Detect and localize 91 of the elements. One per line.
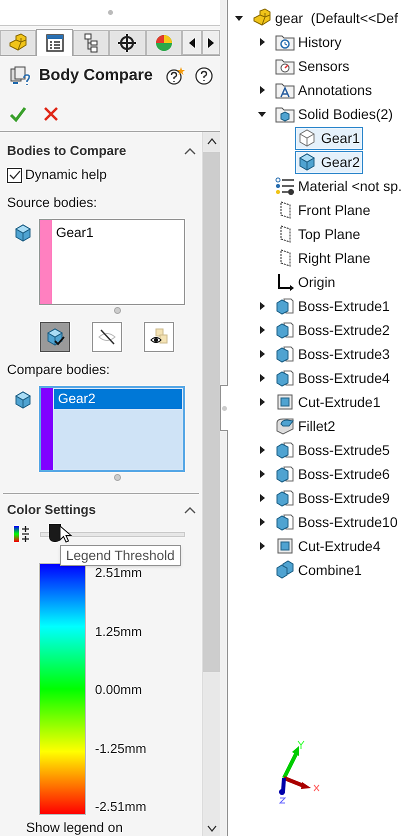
extrude-icon — [275, 320, 295, 340]
extrude-icon — [275, 488, 295, 508]
cube-outline-icon — [297, 128, 317, 148]
scroll-left-button[interactable] — [182, 30, 202, 55]
tree-item-label: Gear2 — [321, 152, 360, 172]
slider-thumb[interactable] — [48, 524, 60, 542]
list-item[interactable]: Gear2 — [54, 389, 182, 409]
extrude-icon — [275, 368, 295, 388]
resize-handle[interactable] — [114, 474, 121, 481]
hidden-eye-button[interactable] — [92, 322, 122, 352]
tree-item[interactable]: Annotations — [298, 80, 372, 100]
scrollbar[interactable] — [203, 132, 220, 836]
tree-item[interactable]: Material <not sp. — [298, 176, 402, 196]
part-icon — [252, 8, 272, 28]
extrude-icon — [275, 464, 295, 484]
tab[interactable] — [72, 30, 110, 55]
left-arrow-icon — [189, 38, 195, 48]
cut-icon — [275, 392, 295, 412]
panel-title: Body Compare — [39, 66, 153, 86]
whats-new-help-icon[interactable] — [165, 66, 185, 86]
legend-value: -2.51mm — [95, 799, 146, 815]
tab[interactable] — [109, 30, 146, 55]
cube-icon — [13, 390, 33, 410]
selection-list[interactable]: Gear1 — [39, 219, 185, 305]
tree-item[interactable]: Boss-Extrude6 — [298, 464, 390, 484]
body-check-button[interactable] — [40, 322, 70, 352]
tree-item[interactable]: Cut-Extrude1 — [298, 392, 380, 412]
tree-item[interactable]: Fillet2 — [298, 416, 336, 436]
cursor-icon — [59, 525, 73, 545]
resize-handle[interactable] — [114, 307, 121, 314]
extrude-icon — [275, 440, 295, 460]
combine-icon — [275, 560, 295, 580]
collapse-icon[interactable] — [184, 504, 196, 515]
field-label: Source bodies: — [6, 194, 98, 211]
eye-blocks-button[interactable] — [144, 322, 174, 352]
extrude-icon — [275, 344, 295, 364]
section-title: Color Settings — [7, 501, 96, 520]
selection-list[interactable]: Gear2 — [39, 386, 185, 472]
tree-item[interactable]: Right Plane — [298, 248, 370, 268]
tree-item[interactable]: Boss-Extrude10 — [298, 512, 398, 532]
tab[interactable] — [36, 29, 73, 56]
cube-icon — [297, 152, 317, 172]
axis-triad-drawing — [278, 740, 320, 804]
checkbox[interactable] — [7, 168, 22, 182]
tree-item[interactable]: Boss-Extrude3 — [298, 344, 390, 364]
splitter-handle[interactable] — [220, 385, 228, 431]
right-arrow-icon — [208, 38, 214, 48]
body-compare-icon — [9, 65, 31, 87]
extrude-icon — [275, 512, 295, 532]
tree-item[interactable]: Boss-Extrude2 — [298, 320, 390, 340]
body-check-icon — [45, 327, 65, 347]
extrude-icon — [275, 296, 295, 316]
tree-item[interactable]: History — [298, 32, 342, 52]
tree-item[interactable]: Sensors — [298, 56, 350, 76]
collapse-icon[interactable] — [184, 146, 196, 156]
tree-item[interactable]: Cut-Extrude4 — [298, 536, 380, 556]
tooltip: Legend Threshold — [60, 545, 181, 566]
help-icon[interactable] — [194, 66, 214, 86]
legend-value: -1.25mm — [95, 740, 146, 756]
color-ball-icon — [154, 33, 174, 53]
cube-icon — [13, 223, 33, 243]
legend-value: 2.51mm — [95, 565, 143, 581]
tree-item[interactable]: Solid Bodies(2) — [298, 104, 393, 124]
hidden-eye-icon — [97, 327, 117, 347]
fillet-icon — [275, 416, 295, 436]
crosshair-icon — [117, 33, 138, 53]
checkbox-label: Dynamic help — [25, 166, 107, 184]
tree-item[interactable]: Boss-Extrude5 — [298, 440, 390, 460]
part-icon — [8, 33, 28, 53]
tree-item[interactable]: Origin — [298, 272, 336, 292]
tree-item[interactable]: Front Plane — [298, 200, 370, 220]
tree-item[interactable]: Boss-Extrude9 — [298, 488, 390, 508]
legend-icon — [13, 525, 31, 544]
tree-item[interactable]: Boss-Extrude4 — [298, 368, 390, 388]
option-label: Show legend on — [25, 820, 124, 836]
tree-item[interactable]: Gear1 — [295, 126, 363, 150]
material-icon — [275, 176, 295, 196]
section-title: Bodies to Compare — [7, 142, 126, 160]
field-label: Compare bodies: — [6, 361, 111, 378]
origin-icon — [275, 272, 295, 292]
scroll-right-button[interactable] — [202, 30, 220, 55]
tree-item[interactable]: Combine1 — [298, 560, 362, 580]
tree-item-label: Gear1 — [321, 128, 360, 148]
tree-item[interactable]: Gear2 — [295, 150, 363, 174]
legend-value: 0.00mm — [95, 682, 143, 698]
tree-item[interactable]: gear (Default<<Def — [275, 8, 398, 28]
tree-item[interactable]: Boss-Extrude1 — [298, 296, 390, 316]
property-list-icon — [44, 33, 65, 53]
cut-icon — [275, 536, 295, 556]
legend-value: 1.25mm — [95, 624, 143, 640]
tree-item[interactable]: Top Plane — [298, 224, 360, 244]
